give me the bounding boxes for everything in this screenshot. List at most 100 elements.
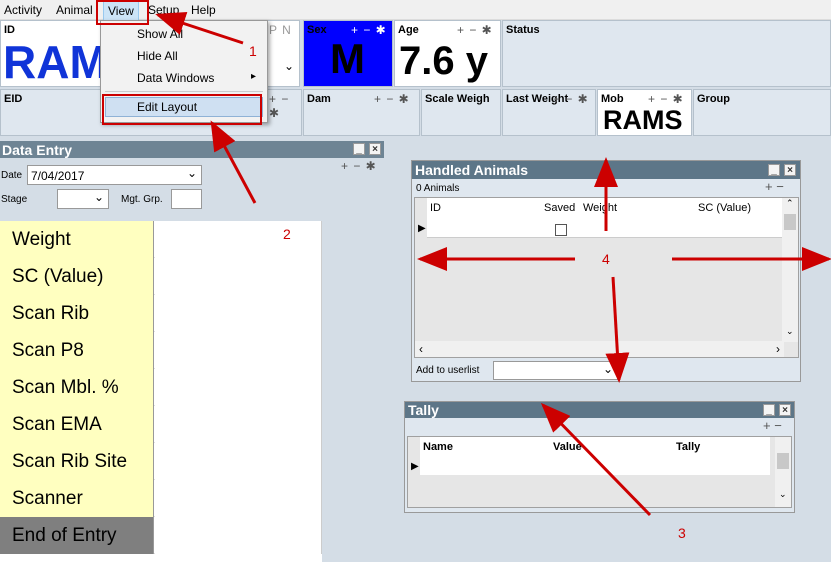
animal-count: 0 Animals <box>416 183 460 194</box>
field-value[interactable] <box>155 480 322 517</box>
userlist-select[interactable]: ⌄ <box>493 361 618 380</box>
tally-grid: Name Value Tally ▶ ⌄ <box>407 436 792 508</box>
field-row-scan-mbl[interactable]: Scan Mbl. % <box>0 369 322 406</box>
col-tally[interactable]: Tally <box>676 441 700 453</box>
col-weight[interactable]: Weight <box>583 202 617 214</box>
vertical-scrollbar[interactable]: ⌄ <box>775 437 791 507</box>
annotation-number-3: 3 <box>678 525 686 541</box>
menu-animal[interactable]: Animal <box>56 3 93 17</box>
field-label: Weight <box>0 221 154 258</box>
last-weight-controls[interactable]: + − ✱ <box>553 92 589 106</box>
field-value[interactable] <box>155 443 322 480</box>
status-panel: Status <box>502 20 831 87</box>
menu-view[interactable]: View <box>103 1 139 21</box>
close-button[interactable]: × <box>784 164 796 176</box>
field-value[interactable] <box>155 517 322 554</box>
mob-label: Mob <box>601 93 624 105</box>
age-panel: Age + − ✱ 7.6 y <box>394 20 501 87</box>
scale-weight-panel: Scale Weigh <box>421 89 501 136</box>
menu-setup[interactable]: Setup <box>148 3 179 17</box>
age-controls[interactable]: + − ✱ <box>457 23 493 37</box>
horizontal-scrollbar[interactable]: ‹ › <box>415 341 784 357</box>
field-row-scan-rib-site[interactable]: Scan Rib Site <box>0 443 322 480</box>
col-value[interactable]: Value <box>553 441 582 453</box>
scroll-left-icon[interactable]: ‹ <box>419 342 423 356</box>
id-dropdown-arrow[interactable]: ⌄ <box>284 59 294 73</box>
grid-add-remove[interactable]: + − <box>765 179 784 194</box>
handled-animals-grid: ID Saved Weight SC (Value) ▶ ⌃ ⌄ ‹ › <box>414 197 799 358</box>
eid-controls[interactable]: + − ✱ <box>269 92 301 120</box>
age-label: Age <box>398 24 419 36</box>
vertical-scrollbar[interactable]: ⌃ ⌄ <box>782 198 798 342</box>
field-value[interactable] <box>155 221 322 258</box>
menu-item-data-windows[interactable]: Data Windows <box>137 71 214 85</box>
col-name[interactable]: Name <box>423 441 453 453</box>
grid-header: ID Saved Weight SC (Value) <box>427 198 783 238</box>
field-label: SC (Value) <box>0 258 154 295</box>
chevron-down-icon[interactable]: ⌄ <box>187 166 197 180</box>
dam-controls[interactable]: + − ✱ <box>374 92 410 106</box>
sex-label: Sex <box>307 24 327 36</box>
field-row-sc-value[interactable]: SC (Value) <box>0 258 322 295</box>
field-label: Scan P8 <box>0 332 154 369</box>
data-entry-controls[interactable]: + − ✱ <box>341 159 377 173</box>
minimize-button[interactable]: _ <box>768 164 780 176</box>
menu-item-hide-all[interactable]: Hide All <box>137 49 178 63</box>
scroll-thumb[interactable] <box>784 214 796 230</box>
menu-activity[interactable]: Activity <box>4 3 42 17</box>
sex-value: M <box>330 35 365 82</box>
mgt-grp-field[interactable] <box>171 189 202 209</box>
stage-select[interactable]: ⌄ <box>57 189 109 209</box>
handled-animals-title: Handled Animals <box>415 162 529 178</box>
chevron-down-icon[interactable]: ⌄ <box>94 190 104 204</box>
field-row-end-of-entry[interactable]: End of Entry <box>0 517 322 554</box>
id-value: RAM <box>3 36 108 88</box>
minimize-button[interactable]: _ <box>763 404 775 416</box>
menu-bar: Activity Animal View Setup Help <box>0 0 831 21</box>
menu-item-edit-layout-highlight[interactable]: Edit Layout <box>105 97 263 117</box>
field-row-scanner[interactable]: Scanner <box>0 480 322 517</box>
mob-value: RAMS <box>603 105 683 135</box>
row-pointer-icon: ▶ <box>411 461 419 472</box>
scroll-down-icon[interactable]: ⌄ <box>786 326 794 337</box>
tally-titlebar: Tally _ × <box>405 402 794 418</box>
mob-controls[interactable]: + − ✱ <box>648 92 684 106</box>
data-entry-titlebar: Data Entry _ × <box>0 141 384 158</box>
chevron-down-icon[interactable]: ⌄ <box>603 362 613 376</box>
handled-animals-titlebar: Handled Animals _ × <box>412 161 800 179</box>
field-row-scan-p8[interactable]: Scan P8 <box>0 332 322 369</box>
annotation-number-2: 2 <box>283 226 291 242</box>
field-row-weight[interactable]: Weight <box>0 221 322 258</box>
field-value[interactable] <box>155 295 322 332</box>
field-label: Scanner <box>0 480 154 517</box>
field-row-scan-ema[interactable]: Scan EMA <box>0 406 322 443</box>
scroll-right-icon[interactable]: › <box>776 342 780 356</box>
tally-window: Tally _ × + − Name Value Tally ▶ ⌄ <box>404 401 795 513</box>
field-row-scan-rib[interactable]: Scan Rib <box>0 295 322 332</box>
scroll-down-icon[interactable]: ⌄ <box>779 489 787 500</box>
scroll-up-icon[interactable]: ⌃ <box>786 198 794 209</box>
saved-checkbox[interactable] <box>555 224 567 236</box>
date-label: Date <box>1 170 23 181</box>
field-label: Scan Rib Site <box>0 443 154 480</box>
menu-item-show-all[interactable]: Show All <box>137 27 183 41</box>
col-id[interactable]: ID <box>430 202 441 214</box>
eid-label: EID <box>4 93 23 105</box>
date-field[interactable]: 7/04/2017 ⌄ <box>27 165 202 185</box>
col-sc-value[interactable]: SC (Value) <box>698 202 751 214</box>
row-pointer-icon: ▶ <box>418 223 426 234</box>
menu-item-edit-layout[interactable]: Edit Layout <box>137 100 197 114</box>
last-weight-panel: Last Weight + − ✱ <box>502 89 596 136</box>
field-value[interactable] <box>155 332 322 369</box>
grid-add-remove[interactable]: + − <box>763 418 782 433</box>
field-value[interactable] <box>155 258 322 295</box>
close-button[interactable]: × <box>779 404 791 416</box>
scroll-thumb[interactable] <box>777 453 789 469</box>
sex-panel: Sex + − ✱ M <box>303 20 393 87</box>
menu-help[interactable]: Help <box>191 3 216 17</box>
field-value[interactable] <box>155 369 322 406</box>
col-saved[interactable]: Saved <box>544 202 575 214</box>
close-button[interactable]: × <box>369 143 381 155</box>
minimize-button[interactable]: _ <box>353 143 365 155</box>
field-value[interactable] <box>155 406 322 443</box>
